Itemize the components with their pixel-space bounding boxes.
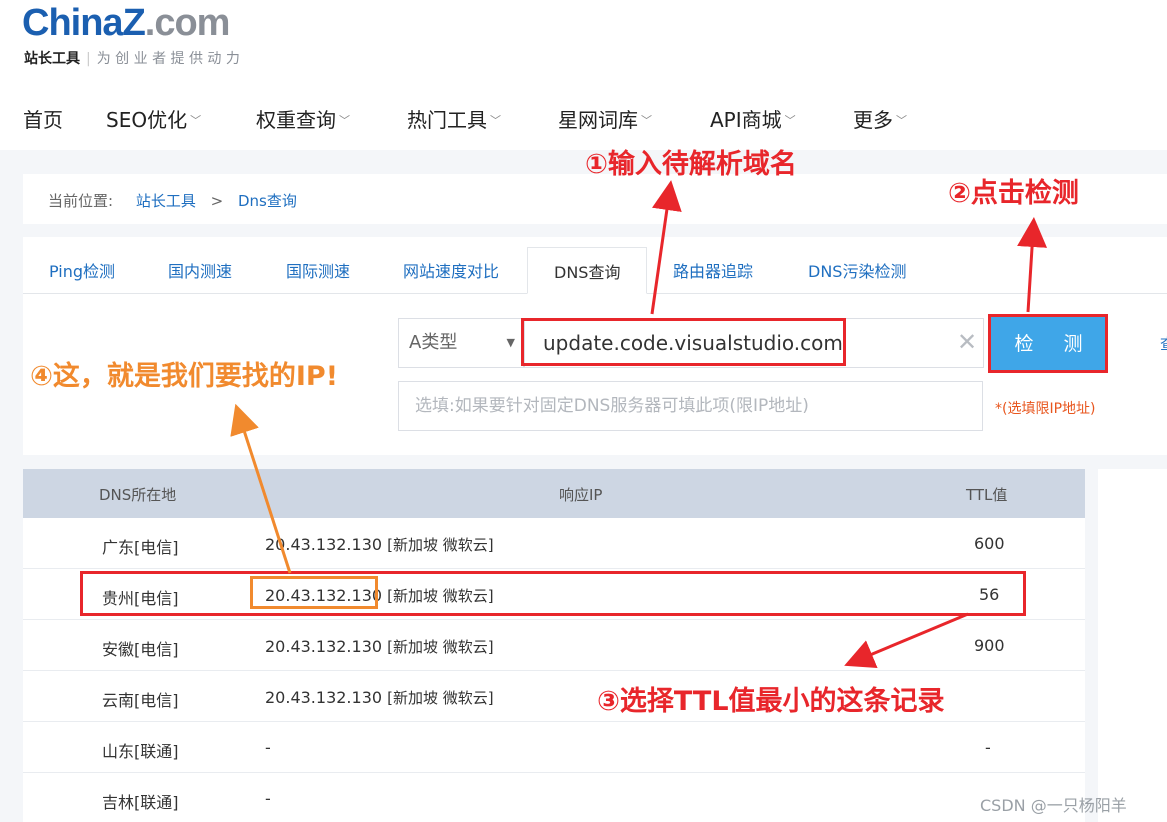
- tab-intl-speed[interactable]: 国际测速: [286, 247, 350, 294]
- cell-ip: 20.43.132.130 [新加坡 微软云]: [265, 535, 494, 554]
- breadcrumb-current-link[interactable]: Dns查询: [238, 192, 297, 210]
- cell-location: 云南[电信]: [102, 691, 179, 710]
- chevron-down-icon: ﹀: [190, 114, 202, 127]
- breadcrumb-separator: >: [210, 192, 224, 210]
- nav-label: SEO优化: [106, 108, 188, 132]
- chevron-down-icon: ﹀: [896, 114, 907, 127]
- cell-ttl: -: [985, 738, 991, 757]
- column-header-ttl: TTL值: [966, 486, 1008, 504]
- annotation-box-row: [80, 571, 1026, 616]
- csdn-watermark: CSDN @一只杨阳羊: [980, 796, 1127, 815]
- annotation-step2: ②点击检测: [948, 178, 1079, 209]
- table-row[interactable]: 安徽[电信] 20.43.132.130 [新加坡 微软云] 900: [23, 620, 1085, 671]
- tool-tabs: Ping检测 国内测速 国际测速 网站速度对比 DNS查询 路由器追踪 DNS污…: [23, 247, 1167, 294]
- tagline-strong: 站长工具: [24, 51, 80, 67]
- site-logo[interactable]: ChinaZ.com: [22, 2, 231, 45]
- tagline-separator: |: [86, 51, 91, 67]
- table-row[interactable]: 广东[电信] 20.43.132.130 [新加坡 微软云] 600: [23, 518, 1085, 569]
- cell-location: 安徽[电信]: [102, 640, 179, 659]
- annotation-step4: ④这，就是我们要找的IP!: [30, 361, 339, 392]
- chevron-down-icon: ﹀: [784, 114, 796, 127]
- cell-ip: 20.43.132.130 [新加坡 微软云]: [265, 688, 494, 707]
- cell-ttl: 900: [974, 636, 1005, 655]
- tab-ping[interactable]: Ping检测: [49, 247, 115, 294]
- side-panel: [1098, 469, 1167, 822]
- breadcrumb-home-link[interactable]: 站长工具: [136, 192, 196, 210]
- nav-label: API商城: [710, 108, 782, 132]
- chevron-down-icon: ﹀: [641, 114, 652, 127]
- column-header-ip: 响应IP: [559, 486, 603, 504]
- nav-item-more[interactable]: 更多 ﹀: [853, 104, 907, 133]
- cell-location: 广东[电信]: [102, 538, 179, 557]
- record-type-value: A类型: [409, 332, 458, 353]
- logo-suffix: .com: [144, 2, 231, 44]
- nav-item-weight[interactable]: 权重查询 ﹀: [256, 104, 350, 133]
- cell-location: 山东[联通]: [102, 742, 179, 761]
- close-icon[interactable]: ✕: [957, 328, 977, 356]
- breadcrumb-prefix: 当前位置:: [48, 192, 114, 210]
- logo-mark: Z: [122, 2, 146, 44]
- chevron-down-icon: ﹀: [339, 114, 350, 127]
- chevron-down-icon: ﹀: [490, 114, 501, 127]
- tab-dns-pollution[interactable]: DNS污染检测: [808, 247, 906, 294]
- tab-traceroute[interactable]: 路由器追踪: [673, 247, 753, 294]
- annotation-box-domain: [521, 318, 846, 366]
- caret-down-icon: ▼: [506, 336, 515, 349]
- tagline-slogan: 为 创 业 者 提 供 动 力: [96, 51, 240, 67]
- dns-results-table: DNS所在地 响应IP TTL值 广东[电信] 20.43.132.130 [新…: [23, 469, 1085, 822]
- table-row[interactable]: 吉林[联通] -: [23, 773, 1085, 822]
- cell-ip: -: [265, 789, 271, 808]
- nav-item-keywords[interactable]: 星网词库 ﹀: [558, 104, 652, 133]
- breadcrumb: 当前位置: 站长工具 > Dns查询: [48, 190, 297, 211]
- annotation-step3: ③选择TTL值最小的这条记录: [597, 686, 945, 717]
- record-type-select[interactable]: A类型 ▼: [398, 318, 524, 368]
- server-hint: *(选填限IP地址): [995, 401, 1096, 417]
- annotation-box-check: [988, 314, 1108, 373]
- nav-item-home[interactable]: 首页: [23, 104, 63, 133]
- site-header: ChinaZ.com 站长工具 | 为 创 业 者 提 供 动 力 首页 SEO优化…: [0, 0, 1167, 150]
- cell-location: 吉林[联通]: [102, 793, 179, 812]
- nav-label: 热门工具: [407, 108, 487, 132]
- tab-dns-query[interactable]: DNS查询: [527, 247, 648, 294]
- dns-server-input[interactable]: 选填:如果要针对固定DNS服务器可填此项(限IP地址): [398, 381, 983, 431]
- table-header: DNS所在地 响应IP TTL值: [23, 469, 1085, 518]
- nav-item-api[interactable]: API商城 ﹀: [710, 104, 796, 133]
- tab-speed-compare[interactable]: 网站速度对比: [403, 247, 499, 294]
- nav-item-hot-tools[interactable]: 热门工具 ﹀: [407, 104, 501, 133]
- annotation-step1: ①输入待解析域名: [585, 149, 797, 180]
- logo-main: China: [22, 2, 124, 44]
- cell-ip: 20.43.132.130 [新加坡 微软云]: [265, 637, 494, 656]
- site-tagline: 站长工具 | 为 创 业 者 提 供 动 力: [24, 48, 240, 68]
- cell-ttl: 600: [974, 534, 1005, 553]
- cell-ip: -: [265, 738, 271, 757]
- annotation-box-ip: [250, 576, 378, 609]
- nav-label: 首页: [23, 108, 63, 132]
- nav-item-seo[interactable]: SEO优化 ﹀: [106, 104, 201, 133]
- right-edge-link[interactable]: 查: [1160, 333, 1167, 354]
- nav-label: 更多: [853, 108, 893, 132]
- nav-label: 权重查询: [256, 108, 336, 132]
- column-header-location: DNS所在地: [99, 486, 177, 504]
- tab-domestic-speed[interactable]: 国内测速: [168, 247, 232, 294]
- nav-label: 星网词库: [558, 108, 638, 132]
- table-row[interactable]: 山东[联通] - -: [23, 722, 1085, 773]
